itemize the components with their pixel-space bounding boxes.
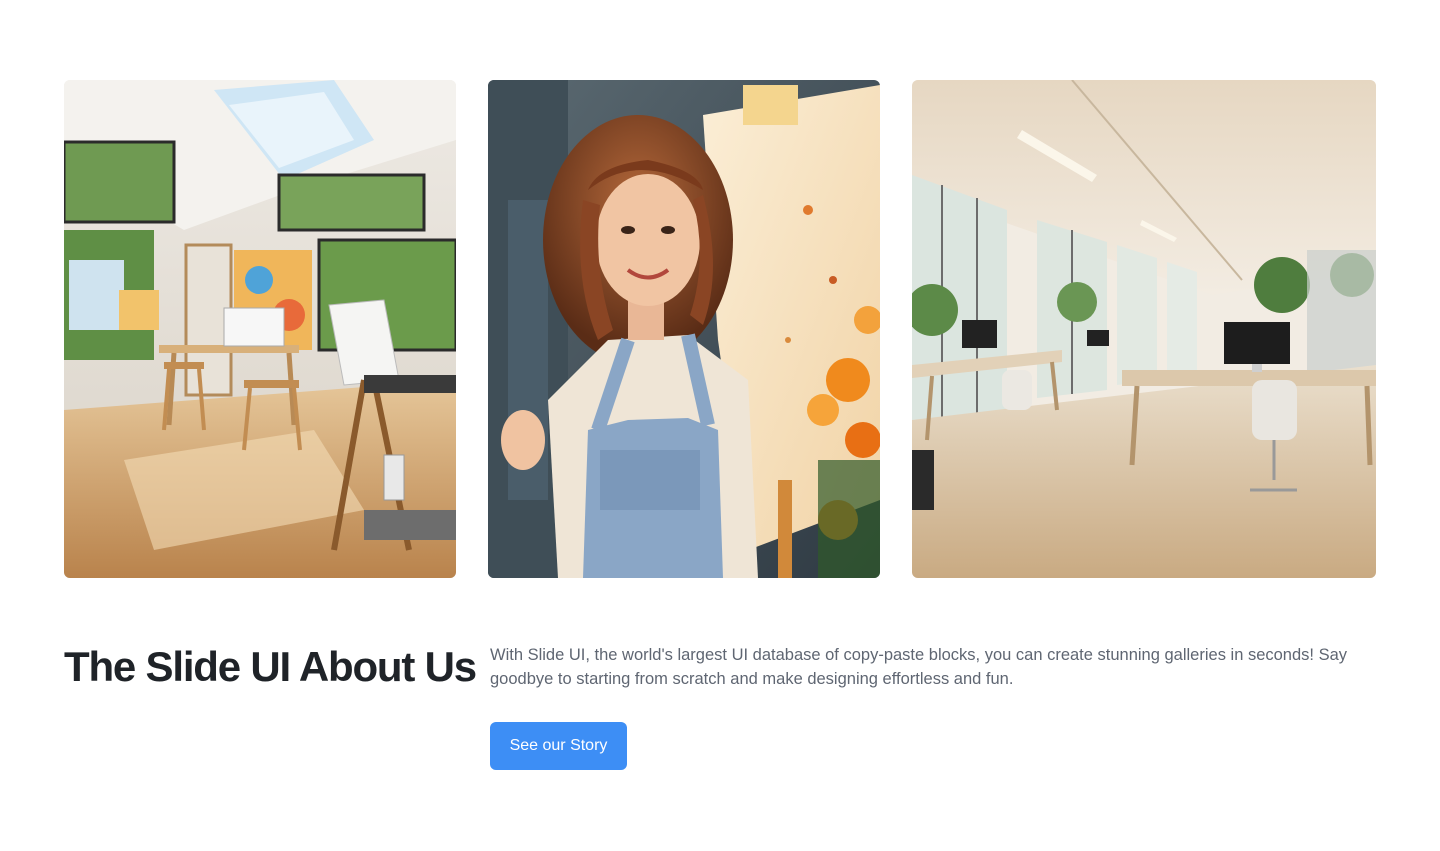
- art-studio-photo: [64, 80, 456, 578]
- page-title: The Slide UI About Us: [64, 643, 477, 690]
- office-interior-photo: [912, 80, 1376, 578]
- artist-portrait-photo: [488, 80, 880, 578]
- see-our-story-button[interactable]: See our Story: [490, 722, 627, 770]
- about-description: With Slide UI, the world's largest UI da…: [490, 646, 1348, 688]
- image-gallery: [64, 80, 1376, 578]
